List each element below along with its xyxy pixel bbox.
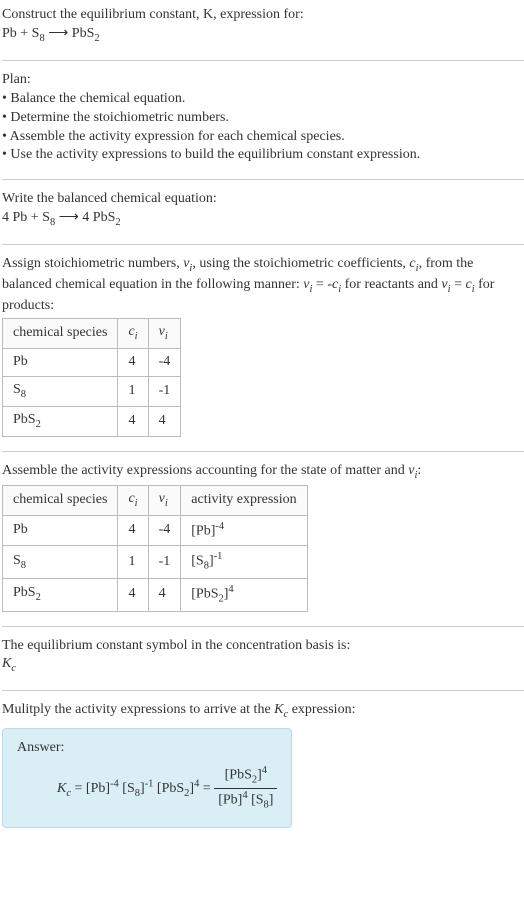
cell-activity: [S8]-1 <box>181 546 307 579</box>
plan-item-text: Balance the chemical equation. <box>10 91 185 106</box>
table-row: PbS2 4 4 <box>3 406 181 436</box>
plan-item: • Assemble the activity expression for e… <box>2 128 524 147</box>
cell-nui: 4 <box>148 578 181 611</box>
stoich-table: chemical species ci νi Pb 4 -4 S8 1 -1 P… <box>2 318 181 437</box>
plan-item: • Determine the stoichiometric numbers. <box>2 109 524 128</box>
kc-denominator: [Pb]4 [S8] <box>214 789 277 813</box>
divider <box>2 179 524 180</box>
plan-item: • Use the activity expressions to build … <box>2 146 524 165</box>
activity-text: Assemble the activity expressions accoun… <box>2 462 524 483</box>
symbol-text: The equilibrium constant symbol in the c… <box>2 637 524 656</box>
final-block: Mulitply the activity expressions to arr… <box>2 699 524 835</box>
intro-line1: Construct the equilibrium constant, K, e… <box>2 6 524 25</box>
cell-nui: -1 <box>148 376 181 406</box>
cell-ci: 4 <box>118 578 148 611</box>
cell-ci: 1 <box>118 546 148 579</box>
cell-ci: 4 <box>118 348 148 376</box>
symbol-block: The equilibrium constant symbol in the c… <box>2 635 524 685</box>
plan-heading: Plan: <box>2 71 524 90</box>
cell-activity: [PbS2]4 <box>181 578 307 611</box>
table-row: Pb 4 -4 <box>3 348 181 376</box>
cell-species: PbS2 <box>3 406 118 436</box>
cell-species: S8 <box>3 546 118 579</box>
divider <box>2 244 524 245</box>
kc-numerator: [PbS2]4 <box>214 764 277 789</box>
divider <box>2 60 524 61</box>
final-heading: Mulitply the activity expressions to arr… <box>2 701 524 722</box>
cell-species: PbS2 <box>3 578 118 611</box>
answer-box: Answer: Kc = [Pb]-4 [S8]-1 [PbS2]4 = [Pb… <box>2 728 292 827</box>
col-activity: activity expression <box>181 485 307 515</box>
symbol-kc: Kc <box>2 655 524 676</box>
divider <box>2 626 524 627</box>
assign-text: Assign stoichiometric numbers, νi, using… <box>2 255 524 316</box>
cell-species: S8 <box>3 376 118 406</box>
plan-block: Plan: • Balance the chemical equation. •… <box>2 69 524 173</box>
cell-nui: -4 <box>148 348 181 376</box>
table-header-row: chemical species ci νi activity expressi… <box>3 485 308 515</box>
cell-nui: -4 <box>148 515 181 546</box>
kc-expression: Kc = [Pb]-4 [S8]-1 [PbS2]4 = [PbS2]4 [Pb… <box>57 764 277 812</box>
activity-block: Assemble the activity expressions accoun… <box>2 460 524 620</box>
plan-item-text: Use the activity expressions to build th… <box>10 147 420 162</box>
cell-species: Pb <box>3 515 118 546</box>
cell-nui: -1 <box>148 546 181 579</box>
col-ci: ci <box>118 485 148 515</box>
plan-item-text: Determine the stoichiometric numbers. <box>10 110 229 125</box>
table-row: S8 1 -1 <box>3 376 181 406</box>
kc-lhs: Kc = [Pb]-4 [S8]-1 [PbS2]4 = <box>57 781 214 796</box>
intro-reaction: Pb + S8 ⟶ PbS2 <box>2 25 524 46</box>
col-nui: νi <box>148 485 181 515</box>
table-row: Pb 4 -4 [Pb]-4 <box>3 515 308 546</box>
plan-item: • Balance the chemical equation. <box>2 90 524 109</box>
cell-activity: [Pb]-4 <box>181 515 307 546</box>
balanced-heading: Write the balanced chemical equation: <box>2 190 524 209</box>
col-species: chemical species <box>3 319 118 349</box>
cell-ci: 4 <box>118 515 148 546</box>
intro-block: Construct the equilibrium constant, K, e… <box>2 4 524 54</box>
answer-label: Answer: <box>17 739 277 758</box>
cell-ci: 4 <box>118 406 148 436</box>
cell-nui: 4 <box>148 406 181 436</box>
kc-fraction: [PbS2]4 [Pb]4 [S8] <box>214 764 277 812</box>
col-ci: ci <box>118 319 148 349</box>
table-row: PbS2 4 4 [PbS2]4 <box>3 578 308 611</box>
activity-table: chemical species ci νi activity expressi… <box>2 485 308 612</box>
divider <box>2 451 524 452</box>
col-species: chemical species <box>3 485 118 515</box>
cell-ci: 1 <box>118 376 148 406</box>
table-row: S8 1 -1 [S8]-1 <box>3 546 308 579</box>
assign-block: Assign stoichiometric numbers, νi, using… <box>2 253 524 445</box>
balanced-reaction: 4 Pb + S8 ⟶ 4 PbS2 <box>2 209 524 230</box>
balanced-block: Write the balanced chemical equation: 4 … <box>2 188 524 238</box>
divider <box>2 690 524 691</box>
cell-species: Pb <box>3 348 118 376</box>
plan-item-text: Assemble the activity expression for eac… <box>10 129 345 144</box>
col-nui: νi <box>148 319 181 349</box>
table-header-row: chemical species ci νi <box>3 319 181 349</box>
